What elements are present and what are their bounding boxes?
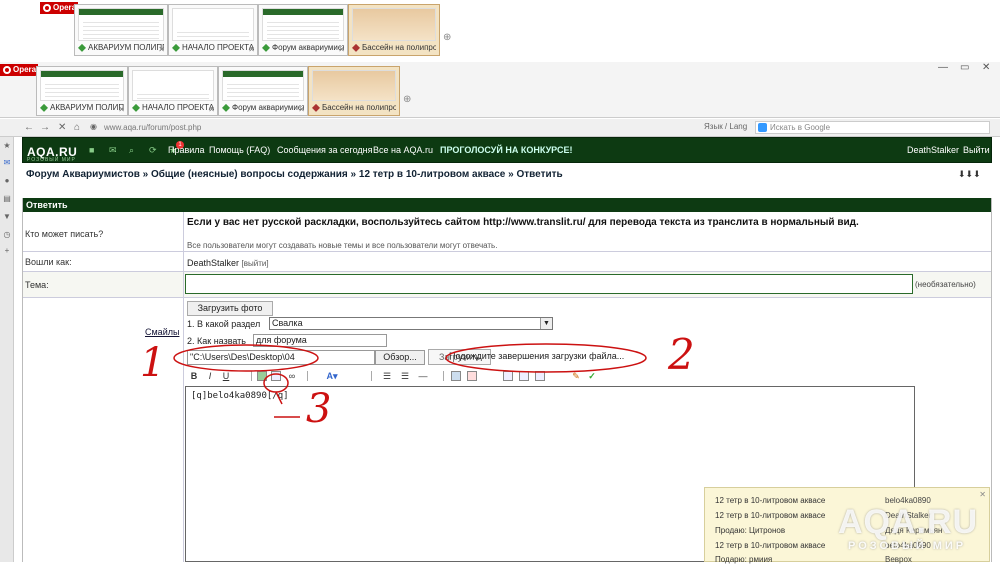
annotation-number-3: 3 — [306, 386, 332, 432]
notif-title-1[interactable]: 12 тетр в 10-литровом аквасе — [715, 496, 825, 505]
annotation-ellipse-1 — [173, 344, 319, 372]
notif-user-5[interactable]: Веврох — [885, 555, 912, 564]
annotation-number-1: 1 — [140, 340, 166, 386]
notif-title-2[interactable]: 12 тетр в 10-литровом аквасе — [715, 511, 825, 520]
annotation-ellipse-3 — [263, 373, 289, 393]
watermark-sub: РОЗОВЫЙ МИР — [848, 540, 967, 552]
notif-title-3[interactable]: Продаю: Цитронов — [715, 526, 785, 535]
annotation-ellipse-2 — [445, 343, 647, 373]
watermark-logo: AQA.RU — [838, 503, 979, 541]
annotation-overlay — [173, 343, 647, 418]
annotation-stroke-3 — [275, 391, 283, 405]
notif-title-4[interactable]: 12 тетр в 10-литровом аквасе — [715, 541, 825, 550]
annotation-number-2: 2 — [668, 330, 695, 379]
notif-title-5[interactable]: Подарю: рмиия — [715, 555, 772, 564]
close-notification-icon[interactable]: ✕ — [979, 490, 986, 499]
